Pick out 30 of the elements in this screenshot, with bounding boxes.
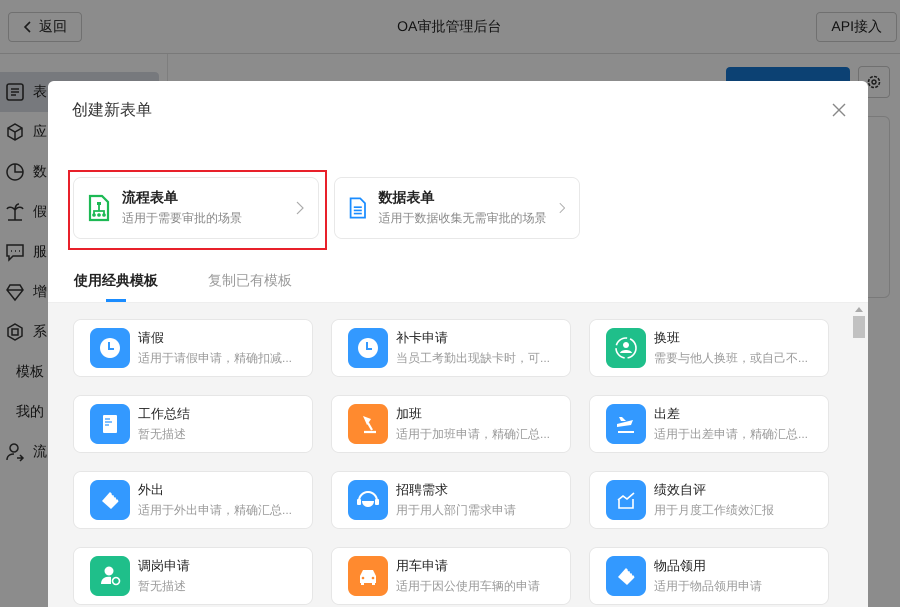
template-name: 工作总结 bbox=[138, 405, 190, 423]
template-name: 用车申请 bbox=[396, 557, 449, 575]
template-description: 适用于外出申请，精确汇总... bbox=[138, 502, 292, 519]
template-description: 暂无描述 bbox=[138, 578, 187, 595]
template-description: 适用于物品领用申请 bbox=[654, 578, 762, 595]
template-name: 绩效自评 bbox=[654, 481, 707, 499]
template-name: 招聘需求 bbox=[396, 481, 449, 499]
form-type-title: 数据表单 bbox=[378, 189, 436, 207]
template-description: 适用于请假申请，精确扣减... bbox=[138, 350, 292, 367]
template-name: 调岗申请 bbox=[138, 557, 190, 575]
template-description: 适用于加班申请，精确汇总... bbox=[396, 426, 550, 443]
form-type-description: 适用于数据收集无需审批的场景 bbox=[378, 210, 547, 227]
template-description: 适用于出差申请，精确汇总... bbox=[654, 426, 808, 443]
template-name: 补卡申请 bbox=[396, 329, 449, 347]
template-name: 物品领用 bbox=[654, 557, 707, 575]
template-name: 外出 bbox=[138, 481, 165, 499]
template-description: 适用于因公使用车辆的申请 bbox=[396, 578, 540, 595]
template-description: 需要与他人换班，或自己不... bbox=[654, 350, 808, 367]
app-title: OA审批管理后台 bbox=[397, 18, 502, 36]
template-name: 出差 bbox=[654, 405, 681, 423]
form-type-title: 流程表单 bbox=[122, 189, 179, 207]
template-description: 用于用人部门需求申请 bbox=[396, 502, 516, 519]
dialog-title: 创建新表单 bbox=[72, 100, 152, 120]
template-description: 当员工考勤出现缺卡时，可... bbox=[396, 350, 550, 367]
template-description: 暂无描述 bbox=[138, 426, 187, 443]
template-name: 加班 bbox=[396, 405, 423, 423]
form-type-description: 适用于需要审批的场景 bbox=[122, 210, 243, 227]
template-name: 请假 bbox=[138, 329, 165, 347]
template-description: 用于月度工作绩效汇报 bbox=[654, 502, 774, 519]
template-name: 换班 bbox=[654, 329, 681, 347]
